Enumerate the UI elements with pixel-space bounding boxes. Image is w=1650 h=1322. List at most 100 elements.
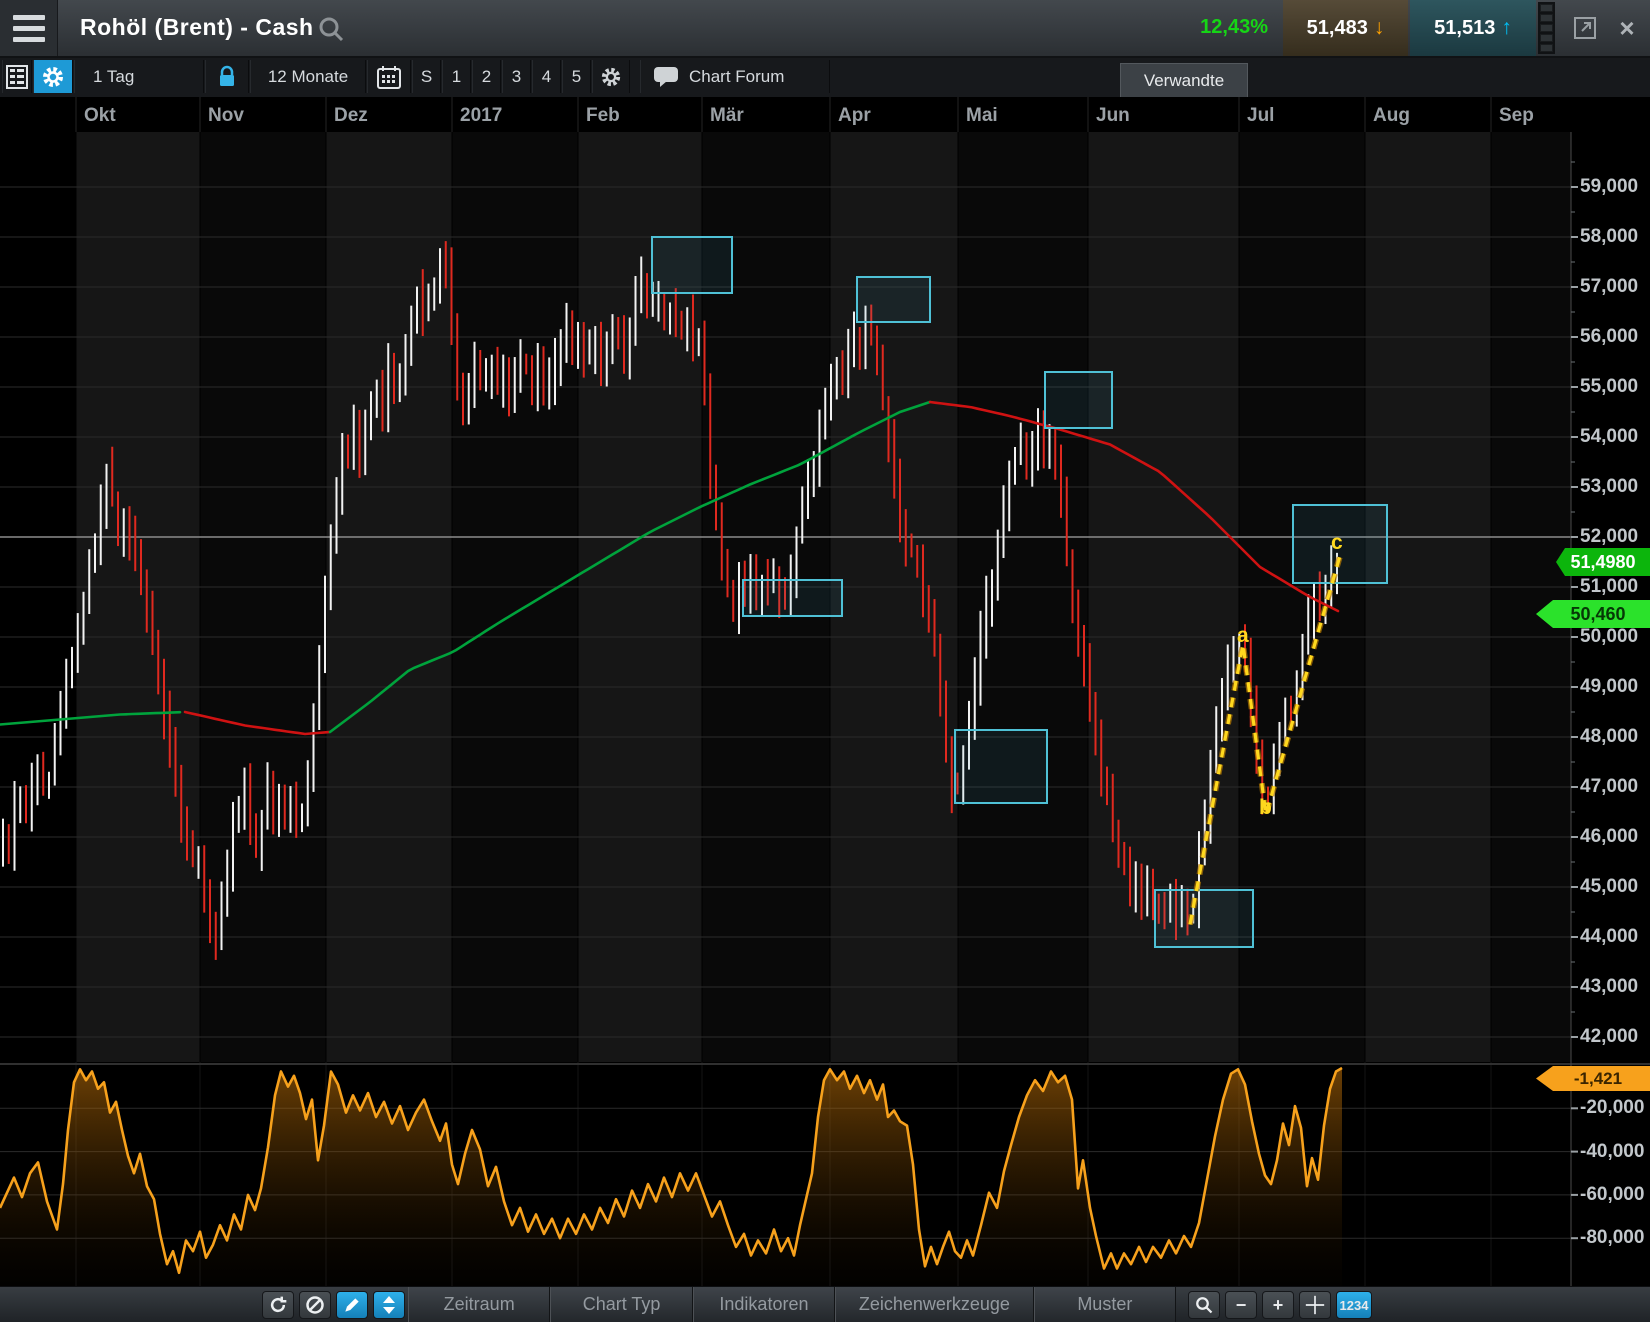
price-tick-label: 55,000 <box>1580 376 1650 398</box>
price-tick-label: 59,000 <box>1580 176 1650 198</box>
speed-button-2[interactable]: 2 <box>472 60 501 93</box>
month-label-Nov: Nov <box>208 105 244 127</box>
reset-chart-button[interactable] <box>262 1291 294 1319</box>
price-tick-label: 58,000 <box>1580 226 1650 248</box>
month-band <box>1239 132 1365 1062</box>
calendar-icon <box>377 65 401 89</box>
refresh-icon <box>268 1295 288 1315</box>
hamburger-menu-button[interactable] <box>0 0 58 56</box>
price-tick-label: 47,000 <box>1580 776 1650 798</box>
price-tick-label: 44,000 <box>1580 926 1650 948</box>
price-tick-label: 54,000 <box>1580 426 1650 448</box>
title-bar: Rohöl (Brent) - Cash 12,43% 51,483 ↓ 51,… <box>0 0 1650 58</box>
annotation-box[interactable] <box>857 277 930 322</box>
annotation-box[interactable] <box>955 730 1047 803</box>
annotation-box[interactable] <box>1045 372 1112 428</box>
month-band <box>1365 132 1491 1062</box>
price-tick-label: 57,000 <box>1580 276 1650 298</box>
date-range-button[interactable] <box>367 60 411 93</box>
annotation-box[interactable] <box>652 237 732 293</box>
price-tick-label: 52,000 <box>1580 526 1650 548</box>
sort-order-button[interactable] <box>373 1291 405 1319</box>
price-down-arrow-icon: ↓ <box>1374 16 1385 40</box>
lock-icon <box>217 65 237 89</box>
month-label-Dez: Dez <box>334 105 368 127</box>
month-band <box>830 132 958 1062</box>
bottom-toolbar: Zeitraum Chart Typ Indikatoren Zeichenwe… <box>0 1286 1650 1322</box>
price-tick-label: 56,000 <box>1580 326 1650 348</box>
price-tick-label: 45,000 <box>1580 876 1650 898</box>
annotation-box[interactable] <box>1155 890 1253 947</box>
related-tab[interactable]: Verwandte <box>1120 63 1248 97</box>
crosshair-icon <box>1305 1295 1325 1315</box>
gear-icon <box>41 65 65 89</box>
buy-price-button[interactable]: 51,513 ↑ <box>1410 0 1536 56</box>
crosshair-button[interactable] <box>1299 1291 1331 1319</box>
sell-price: 51,483 <box>1307 17 1368 40</box>
chart-area[interactable]: abc OktNovDez2017FebMärAprMaiJunJulAugSe… <box>0 97 1650 1286</box>
zoom-mode-button[interactable] <box>1188 1291 1220 1319</box>
plus-icon: + <box>1273 1295 1284 1316</box>
speed-button-1[interactable]: 1 <box>442 60 471 93</box>
annotation-box[interactable] <box>743 580 842 616</box>
month-band <box>1491 132 1571 1062</box>
clear-drawings-button[interactable] <box>299 1291 331 1319</box>
price-tick-label: 49,000 <box>1580 676 1650 698</box>
oscillator-tick-label: -60,000 <box>1580 1184 1650 1206</box>
speech-bubble-icon <box>653 66 679 88</box>
menu-zeichenwerkzeuge[interactable]: Zeichenwerkzeuge <box>835 1287 1034 1322</box>
period-dropdown[interactable]: 1 Tag <box>74 60 204 93</box>
popout-window-button[interactable] <box>1568 12 1602 44</box>
up-down-arrows-icon <box>380 1295 398 1315</box>
price-level-badge: 50,460 <box>1536 600 1650 628</box>
chart-forum-button[interactable]: Chart Forum <box>640 60 830 93</box>
menu-muster[interactable]: Muster <box>1034 1287 1176 1322</box>
sell-price-button[interactable]: 51,483 ↓ <box>1283 0 1408 56</box>
price-tick-label: 48,000 <box>1580 726 1650 748</box>
chart-forum-label: Chart Forum <box>689 67 784 87</box>
month-label-Apr: Apr <box>838 105 871 127</box>
lock-scale-button[interactable] <box>205 60 249 93</box>
close-button[interactable]: × <box>1610 12 1644 44</box>
speed-button-4[interactable]: 4 <box>532 60 561 93</box>
menu-chart-typ[interactable]: Chart Typ <box>550 1287 692 1322</box>
magnifier-icon <box>1195 1296 1213 1314</box>
price-tick-label: 51,000 <box>1580 576 1650 598</box>
indicator-settings-button[interactable] <box>592 60 630 93</box>
speed-button-5[interactable]: 5 <box>562 60 591 93</box>
order-ticket-button[interactable] <box>2 60 32 93</box>
depth-ladder-strip[interactable] <box>1538 2 1555 54</box>
zoom-out-button[interactable]: − <box>1225 1291 1257 1319</box>
month-band <box>958 132 1088 1062</box>
month-label-Aug: Aug <box>1373 105 1410 127</box>
speed-button-3[interactable]: 3 <box>502 60 531 93</box>
menu-indikatoren[interactable]: Indikatoren <box>693 1287 835 1322</box>
chart-settings-button[interactable] <box>33 60 73 93</box>
hamburger-icon <box>13 15 45 20</box>
month-label-2017: 2017 <box>460 105 502 127</box>
range-value: 12 Monate <box>268 67 348 87</box>
price-tick-label: 46,000 <box>1580 826 1650 848</box>
show-values-button[interactable]: 1234 <box>1336 1291 1372 1319</box>
price-tick-label: 42,000 <box>1580 1026 1650 1048</box>
chart-toolbar: 1 Tag 12 Monate S 1 2 3 4 5 <box>0 58 1650 97</box>
oscillator-tick-label: -20,000 <box>1580 1097 1650 1119</box>
list-icon <box>6 65 28 89</box>
trading-app-window: Rohöl (Brent) - Cash 12,43% 51,483 ↓ 51,… <box>0 0 1650 1322</box>
price-up-arrow-icon: ↑ <box>1501 16 1512 40</box>
range-dropdown[interactable]: 12 Monate <box>250 60 366 93</box>
price-tick-label: 53,000 <box>1580 476 1650 498</box>
month-band <box>452 132 578 1062</box>
minus-icon: − <box>1236 1295 1247 1316</box>
draw-mode-button[interactable] <box>336 1291 368 1319</box>
menu-zeitraum[interactable]: Zeitraum <box>408 1287 550 1322</box>
price-tick-label: 50,000 <box>1580 626 1650 648</box>
chart-menu-group: Zeitraum Chart Typ Indikatoren Zeichenwe… <box>408 1287 1176 1322</box>
speed-button-s[interactable]: S <box>412 60 441 93</box>
zoom-in-button[interactable]: + <box>1262 1291 1294 1319</box>
popout-icon <box>1572 15 1598 41</box>
search-icon[interactable] <box>318 16 344 42</box>
no-entry-icon <box>305 1295 325 1315</box>
oscillator-value-badge: -1,421 <box>1536 1066 1650 1091</box>
month-label-Jun: Jun <box>1096 105 1130 127</box>
